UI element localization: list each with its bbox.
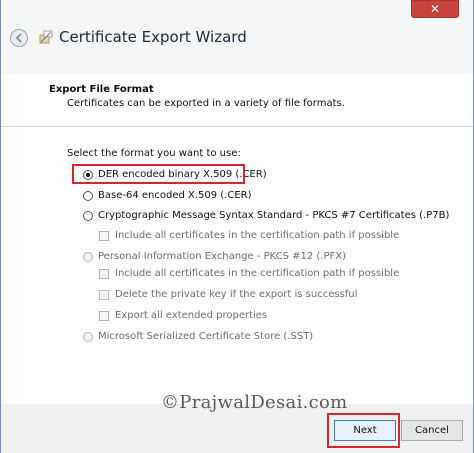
checkbox-pfx-include-path: [99, 268, 109, 279]
section-title: Export File Format: [49, 84, 154, 95]
header-divider: [1, 126, 473, 127]
der-option-highlight: [72, 164, 245, 184]
title-bar: ✕ Certificate Export Wizard: [1, 0, 473, 74]
cancel-button[interactable]: Cancel: [401, 420, 463, 441]
option-label: Include all certificates in the certific…: [115, 268, 400, 279]
option-export-extended: Export all extended properties: [99, 310, 267, 321]
back-button[interactable]: [10, 29, 28, 47]
option-label: Base-64 encoded X.509 (.CER): [98, 190, 252, 201]
section-description: Certificates can be exported in a variet…: [67, 98, 345, 109]
option-pkcs7-include-path: Include all certificates in the certific…: [99, 230, 399, 241]
option-label: Microsoft Serialized Certificate Store (…: [98, 331, 314, 342]
checkbox-delete-private-key: [99, 289, 109, 300]
certificate-wizard-icon: [39, 30, 53, 44]
close-icon: ✕: [429, 2, 441, 16]
option-label: Personal Information Exchange - PKCS #12…: [98, 251, 347, 262]
next-button-highlight: [327, 413, 400, 448]
certificate-export-wizard-window: ✕ Certificate Export Wizard Export File …: [0, 0, 474, 453]
radio-sst: [83, 331, 93, 342]
format-select-label: Select the format you want to use:: [67, 148, 241, 159]
wizard-title: Certificate Export Wizard: [59, 28, 247, 46]
option-pfx: Personal Information Exchange - PKCS #12…: [83, 251, 346, 262]
wizard-content: Export File Format Certificates can be e…: [1, 74, 473, 404]
option-label: Include all certificates in the certific…: [115, 230, 400, 241]
option-label: Cryptographic Message Syntax Standard - …: [98, 210, 450, 221]
checkbox-pkcs7-include-path: [99, 230, 109, 241]
watermark-text: ©PrajwalDesai.com: [161, 392, 348, 413]
option-label: Delete the private key if the export is …: [115, 289, 358, 300]
option-label: Export all extended properties: [115, 310, 268, 321]
option-sst: Microsoft Serialized Certificate Store (…: [83, 331, 313, 342]
checkbox-export-extended: [99, 310, 109, 321]
option-pfx-include-path: Include all certificates in the certific…: [99, 268, 399, 279]
close-button[interactable]: ✕: [411, 0, 459, 18]
radio-pfx: [83, 251, 93, 262]
back-arrow-icon: [15, 33, 22, 43]
option-base64[interactable]: Base-64 encoded X.509 (.CER): [83, 190, 252, 201]
radio-pkcs7[interactable]: [83, 210, 93, 221]
radio-base64[interactable]: [83, 190, 93, 201]
option-delete-private-key: Delete the private key if the export is …: [99, 289, 357, 300]
option-pkcs7[interactable]: Cryptographic Message Syntax Standard - …: [83, 210, 449, 221]
